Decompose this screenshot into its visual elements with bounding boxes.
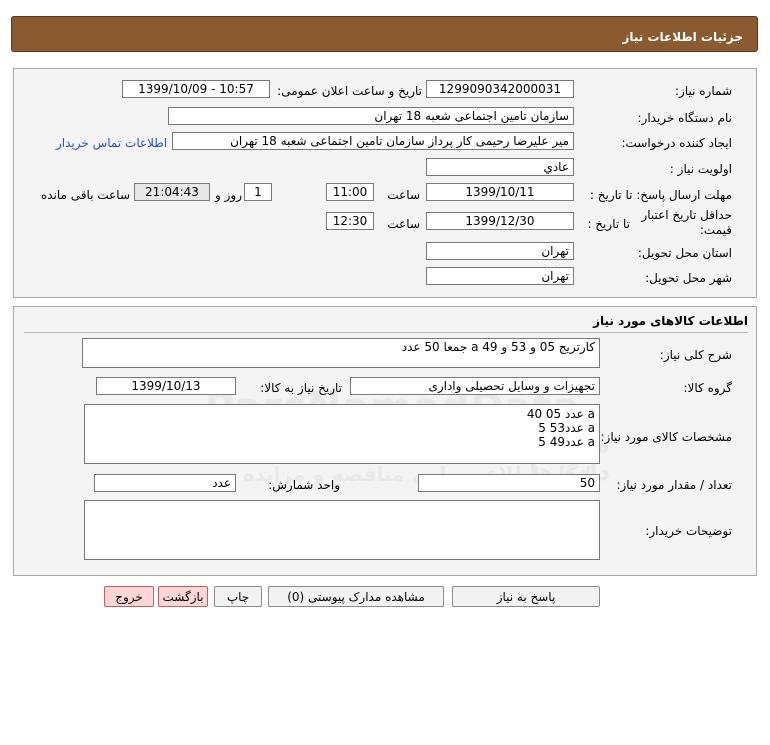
unit-field: عدد — [94, 474, 236, 492]
need-date-label: تاریخ نیاز به کالا: — [260, 381, 342, 395]
announce-label: تاریخ و ساعت اعلان عمومی: — [277, 84, 422, 98]
buyer-notes-field — [84, 500, 600, 560]
reply-button[interactable]: پاسخ به نیاز — [452, 586, 600, 607]
remaining-time-field: 21:04:43 — [134, 183, 210, 201]
deadline-label: مهلت ارسال پاسخ: تا تاریخ : — [589, 188, 732, 202]
need-number-field: 1299090342000031 — [426, 80, 574, 98]
contact-buyer-link[interactable]: اطلاعات تماس خریدار — [56, 136, 167, 150]
validity-date-field: 1399/12/30 — [426, 212, 574, 230]
unit-label: واحد شمارش: — [268, 478, 340, 492]
print-button[interactable]: چاپ — [214, 586, 262, 607]
quantity-field: 50 — [418, 474, 600, 492]
validity-time-field: 12:30 — [326, 212, 374, 230]
need-date-field: 1399/10/13 — [96, 377, 236, 395]
specs-field: 40 عدد 05 a 5 عدد53 a 5 عدد49 a — [84, 404, 600, 464]
remaining-label: ساعت باقی مانده — [40, 188, 130, 202]
attachments-button[interactable]: مشاهده مدارک پیوستی (0) — [268, 586, 444, 607]
quantity-label: تعداد / مقدار مورد نیاز: — [616, 478, 732, 492]
announce-field: 1399/10/09 - 10:57 — [122, 80, 270, 98]
buyer-org-label: نام دستگاه خریدار: — [637, 111, 733, 125]
need-number-label: شماره نیاز: — [675, 84, 732, 98]
specs-label: مشخصات کالای مورد نیاز: — [600, 430, 732, 444]
deadline-date-field: 1399/10/11 — [426, 183, 574, 201]
deadline-time-label: ساعت — [387, 188, 420, 202]
days-label: روز و — [215, 188, 242, 202]
group-label: گروه کالا: — [683, 381, 733, 395]
validity-time-label: ساعت — [387, 217, 420, 231]
province-label: استان محل تحویل: — [637, 246, 732, 260]
city-label: شهر محل تحویل: — [645, 271, 732, 285]
page-title: جزئیات اطلاعات نیاز — [622, 30, 743, 44]
priority-label: اولویت نیاز : — [669, 162, 732, 176]
requester-field: میر علیرضا رحیمی کار پرداز سازمان تامین … — [172, 132, 574, 150]
description-label: شرح کلی نیاز: — [659, 348, 732, 362]
province-field: تهران — [426, 242, 574, 260]
group-field: تجهیزات و وسایل تحصیلی واداری — [350, 377, 600, 395]
back-button[interactable]: بازگشت — [158, 586, 208, 607]
buyer-org-field: سازمان تامین اجتماعی شعبه 18 تهران — [168, 107, 574, 125]
city-field: تهران — [426, 267, 574, 285]
description-field: کارتریج 05 و 53 و 49 a جمعا 50 عدد — [82, 338, 600, 368]
priority-field: عادي — [426, 158, 574, 176]
need-info-panel — [13, 68, 757, 298]
requester-label: ایجاد کننده درخواست: — [621, 136, 732, 150]
exit-button[interactable]: خروج — [104, 586, 154, 607]
days-field: 1 — [244, 183, 272, 201]
deadline-time-field: 11:00 — [326, 183, 374, 201]
section-divider — [24, 332, 748, 333]
goods-section-title: اطلاعات کالاهای مورد نیاز — [593, 314, 748, 328]
validity-label: حداقل تاریخ اعتبار قیمت: — [641, 208, 732, 237]
page-header: جزئیات اطلاعات نیاز — [11, 16, 758, 52]
buyer-notes-label: توضیحات خریدار: — [645, 524, 732, 538]
validity-to-label: تا تاریخ : — [587, 217, 630, 231]
